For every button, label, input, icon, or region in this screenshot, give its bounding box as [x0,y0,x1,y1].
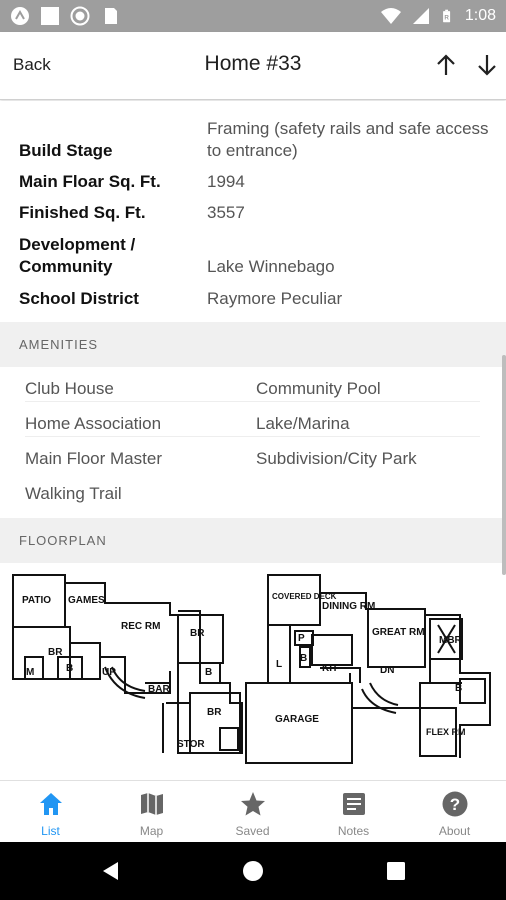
nav-home-icon[interactable] [242,860,264,882]
floorplan-room-label: MBR [439,635,463,646]
floorplan-room-label: BR [190,628,205,639]
notes-icon [343,793,365,815]
tab-label: Saved [235,824,270,838]
floorplan-room-label: STOR [177,739,205,750]
nav-recents-icon[interactable] [385,860,407,882]
amenity-item: Community Pool [256,379,381,398]
detail-value: 1994 [207,172,245,191]
amenities-list: Club House Community Pool Home Associati… [0,367,506,518]
detail-value: Lake Winnebago [207,257,335,276]
detail-label: Development / Community [19,235,136,276]
tab-about[interactable]: ? About [404,781,505,843]
battery-icon: R [442,9,450,23]
detail-label: Main Floar Sq. Ft. [19,172,161,191]
floorplan-room-label: DINING RM [322,601,375,612]
floorplan-room-label: REC RM [121,621,160,632]
detail-value: Raymore Peculiar [207,289,343,308]
floorplan-room-label: GREAT RM [372,627,425,638]
floorplan-room-label: B [300,653,307,664]
detail-value: 3557 [207,203,245,222]
top-app-bar: Back Home #33 [0,32,506,100]
floorplan-room-label: B [66,663,73,674]
detail-row-school-district: School District Raymore Peculiar [0,288,506,312]
detail-label: Finished Sq. Ft. [19,203,146,222]
floorplan-heading: FLOORPLAN [19,533,107,548]
amenity-row: Club House Community Pool [25,367,480,402]
map-icon [141,793,163,815]
status-time: 1:08 [464,7,496,24]
help-icon: ? [442,791,468,817]
status-bar: R 1:08 [0,0,506,32]
floorplan-room-label: B [455,683,462,694]
amenities-heading: AMENITIES [19,337,99,352]
amenity-item: Home Association [25,414,162,433]
floorplan-room-label: COVERED DECK [272,592,337,601]
amenity-item: Club House [25,379,114,398]
floorplan-room-label: FLEX RM [426,727,466,737]
floorplan-drawing: PATIO GAMES REC RM BR BR M B UP BAR BR B… [12,574,491,764]
detail-label: Build Stage [19,141,113,160]
detail-label: School District [19,289,139,308]
floorplan-image[interactable]: PATIO GAMES REC RM BR BR M B UP BAR BR B… [0,563,506,780]
app-notification-icon [11,7,29,25]
amenity-row: Main Floor Master Subdivision/City Park [25,437,480,472]
tab-saved[interactable]: Saved [202,781,303,843]
record-notification-icon [70,6,90,26]
tab-label: About [438,824,471,838]
arrow-down-icon[interactable] [474,51,500,79]
floorplan-room-label: BR [48,647,63,658]
tab-list[interactable]: List [0,781,101,843]
detail-row-finished: Finished Sq. Ft. 3557 [0,202,506,226]
tab-notes[interactable]: Notes [303,781,404,843]
tab-label: Notes [337,824,370,838]
tab-label: Map [139,824,164,838]
scrollbar[interactable] [502,355,506,575]
floorplan-room-label: GAMES [68,595,105,606]
floorplan-section-header: FLOORPLAN [0,518,506,563]
amenity-item: Walking Trail [25,484,122,503]
amenity-item: Subdivision/City Park [256,449,417,468]
floorplan-room-label: PATIO [22,595,51,606]
square-notification-icon [41,7,59,25]
tab-map[interactable]: Map [101,781,202,843]
amenity-item: Main Floor Master [25,449,162,468]
arrow-up-icon[interactable] [433,51,459,79]
nav-back-icon[interactable] [100,860,122,882]
page-title: Home #33 [204,52,302,75]
detail-row-build-stage: Build Stage Framing (safety rails and sa… [0,117,506,165]
floorplan-room-label: KIT [322,663,338,674]
svg-text:?: ? [450,795,460,814]
bottom-tab-bar: List Map Saved Notes ? About [0,780,506,842]
floorplan-room-label: B [205,667,212,678]
floorplan-room-label: L [276,659,282,670]
wifi-icon [380,8,401,24]
sd-card-icon [105,8,117,24]
star-icon [241,792,265,816]
floorplan-room-label: DN [380,665,394,676]
amenity-row: Walking Trail [25,472,480,507]
amenities-section-header: AMENITIES [0,322,506,367]
floorplan-room-label: UP [102,667,116,678]
floorplan-room-label: BR [207,707,222,718]
floorplan-room-label: BAR [148,684,170,695]
floorplan-room-label: P [298,633,305,644]
home-icon [40,793,62,815]
detail-row-development: Development / Community Lake Winnebago [0,234,506,280]
tab-label: List [41,824,60,838]
system-nav-bar [0,842,506,900]
amenity-item: Lake/Marina [256,414,350,433]
floorplan-room-label: GARAGE [275,714,319,725]
detail-value: Framing (safety rails and safe access to… [207,119,489,160]
amenity-row: Home Association Lake/Marina [25,402,480,437]
home-details: Build Stage Framing (safety rails and sa… [0,101,506,322]
signal-icon [412,8,429,24]
floorplan-room-label: M [26,667,34,678]
detail-row-main-floor: Main Floar Sq. Ft. 1994 [0,171,506,195]
svg-text:R: R [444,15,449,22]
